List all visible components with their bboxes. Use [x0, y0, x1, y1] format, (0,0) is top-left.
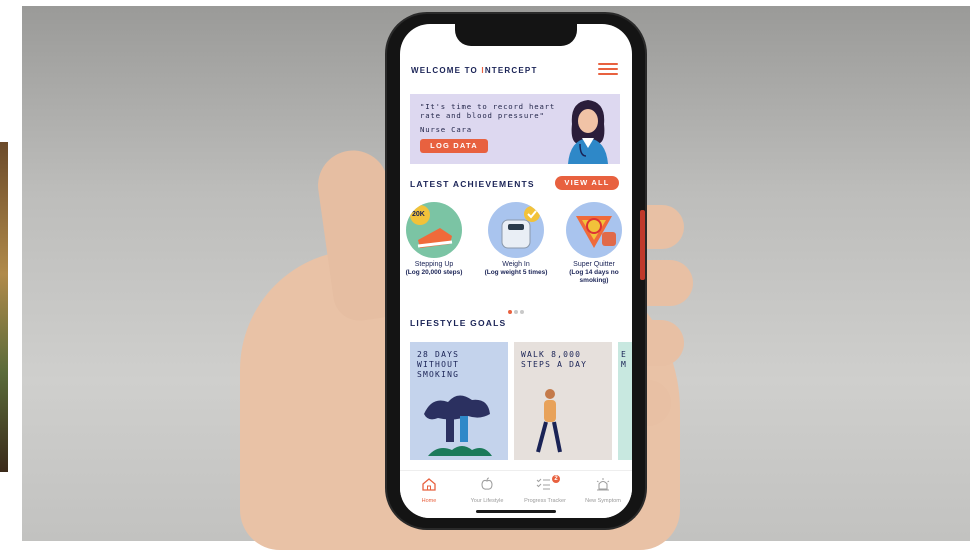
hamburger-menu-icon[interactable]	[598, 63, 620, 77]
walking-person-illustration	[536, 389, 562, 453]
goal-text: WALK 8,000 STEPS A DAY	[521, 350, 588, 369]
phone-notch	[455, 20, 577, 46]
tab-new-symptom[interactable]: New Symptom	[574, 477, 632, 504]
app-screen: WELCOME TO INTERCEPT "It's time to recor…	[400, 24, 632, 518]
carousel-dot[interactable]	[514, 310, 518, 314]
achievement-card[interactable]: Super Quitter (Log 14 days no smoking)	[558, 202, 630, 285]
lifestyle-goals-title: LIFESTYLE GOALS	[410, 318, 507, 328]
goal-card[interactable]: 28 DAYS WITHOUT SMOKING	[410, 342, 508, 460]
notification-badge: 2	[552, 475, 560, 483]
alarm-icon	[596, 478, 610, 491]
view-all-button[interactable]: VIEW ALL	[555, 176, 619, 190]
scale-badge-icon	[488, 202, 544, 258]
carousel-dot[interactable]	[520, 310, 524, 314]
tab-label: Your Lifestyle	[470, 498, 504, 504]
achievement-desc: (Log 14 days no smoking)	[569, 269, 619, 284]
achievement-desc: (Log weight 5 times)	[484, 269, 548, 276]
reminder-quote: "It's time to record heart rate and bloo…	[420, 102, 556, 120]
goal-text: 28 DAYS WITHOUT SMOKING	[417, 350, 460, 379]
goal-card[interactable]: E M	[618, 342, 632, 460]
tab-label: New Symptom	[585, 498, 621, 504]
achievement-title: Super Quitter	[573, 261, 615, 268]
achievement-title: Weigh In	[502, 261, 530, 268]
achievement-title: Stepping Up	[414, 261, 454, 268]
sneaker-badge-icon: 20K	[406, 202, 462, 258]
carousel-dot[interactable]	[508, 310, 512, 314]
achievement-card[interactable]: Weigh In (Log weight 5 times)	[480, 202, 552, 277]
tab-home[interactable]: Home	[400, 477, 458, 504]
welcome-title: WELCOME TO INTERCEPT	[411, 66, 538, 75]
reminder-author: Nurse Cara	[420, 125, 472, 134]
achievement-desc: (Log 20,000 steps)	[405, 269, 463, 276]
tab-your-lifestyle[interactable]: Your Lifestyle	[458, 477, 516, 504]
tab-progress-tracker[interactable]: 2 Progress Tracker	[516, 475, 574, 504]
phone-side-button	[640, 210, 645, 280]
carousel-dots	[507, 301, 525, 319]
home-icon	[422, 478, 436, 491]
tab-label: Progress Tracker	[524, 498, 566, 504]
goal-card[interactable]: WALK 8,000 STEPS A DAY	[514, 342, 612, 460]
nurse-illustration	[568, 100, 608, 164]
goal-text: E M	[621, 350, 628, 369]
badge-label: 20K	[412, 211, 425, 218]
background-photo-edge	[0, 142, 8, 472]
reminder-banner: "It's time to record heart rate and bloo…	[410, 94, 620, 164]
apple-icon	[481, 477, 493, 490]
friends-illustration	[424, 395, 492, 456]
log-data-button[interactable]: LOG DATA	[420, 139, 488, 153]
home-indicator	[476, 510, 556, 513]
achievements-title: LATEST ACHIEVEMENTS	[410, 179, 535, 189]
tab-label: Home	[421, 498, 437, 504]
no-smoking-badge-icon	[566, 202, 622, 258]
achievement-card[interactable]: 20K Stepping Up (Log 20,000 steps)	[400, 202, 470, 277]
